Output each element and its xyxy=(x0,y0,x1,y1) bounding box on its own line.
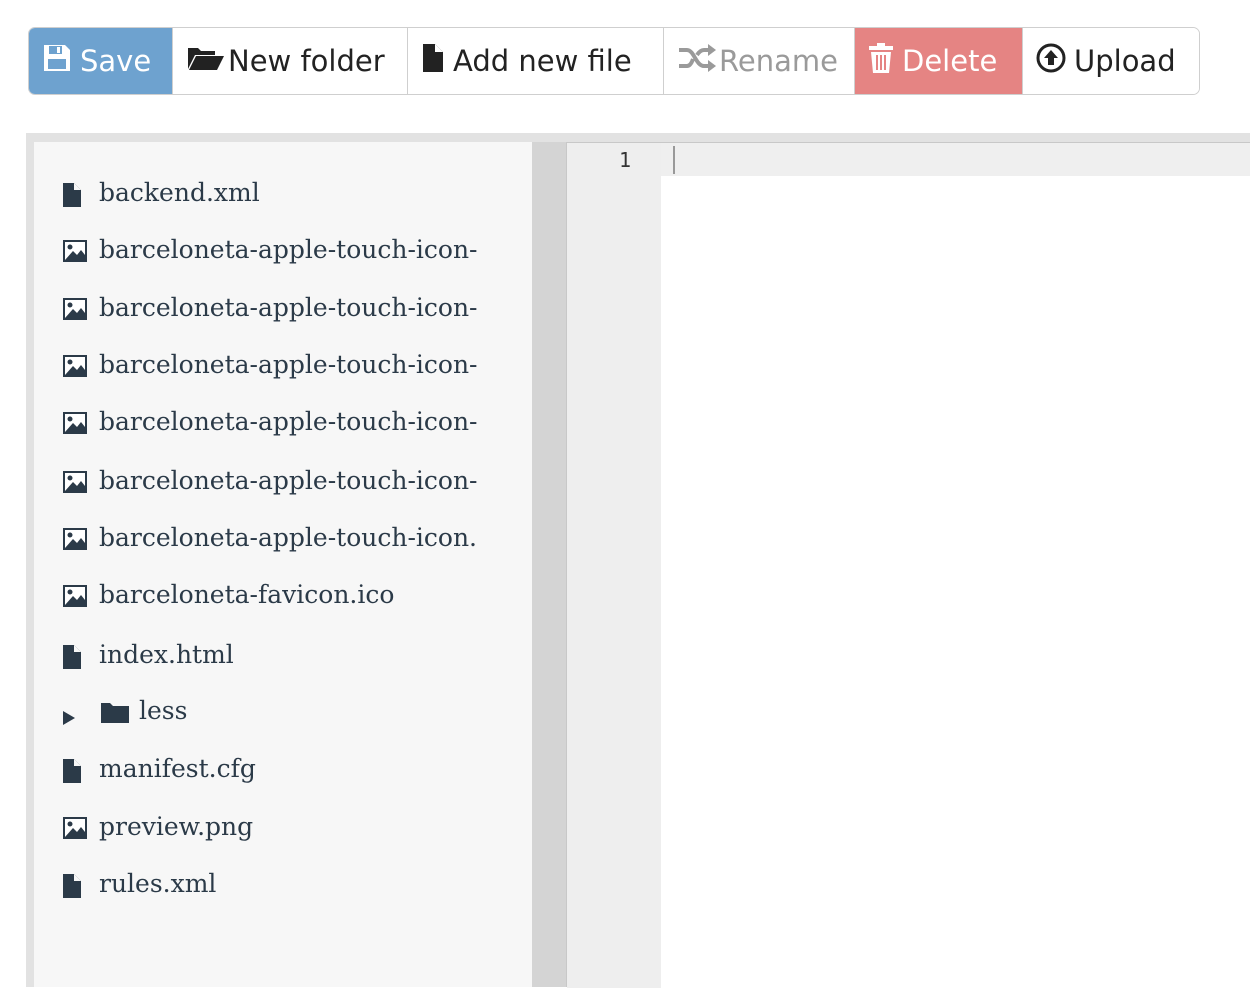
image-icon xyxy=(62,297,88,327)
image-icon xyxy=(62,527,88,557)
tree-item-label: barceloneta-apple-touch-icon- xyxy=(99,293,478,322)
tree-item-favicon[interactable]: barceloneta-favicon.ico xyxy=(34,576,532,616)
new-folder-label: New folder xyxy=(228,44,385,78)
folder-icon xyxy=(100,700,130,730)
tree-item-folder-less[interactable]: less xyxy=(34,692,532,732)
image-icon xyxy=(62,584,88,614)
tree-item-rules-xml[interactable]: rules.xml xyxy=(34,865,532,905)
shuffle-icon xyxy=(677,43,717,79)
delete-label: Delete xyxy=(902,44,998,78)
tree-item-label: barceloneta-apple-touch-icon- xyxy=(99,235,478,264)
file-icon xyxy=(62,644,82,676)
upload-label: Upload xyxy=(1074,44,1176,78)
tree-item-label: less xyxy=(139,696,188,725)
delete-button[interactable]: Delete xyxy=(855,28,1023,94)
tree-item-label: barceloneta-apple-touch-icon- xyxy=(99,350,478,379)
image-icon xyxy=(62,239,88,269)
new-folder-button[interactable]: New folder xyxy=(173,28,408,94)
tree-item-preview-png[interactable]: preview.png xyxy=(34,808,532,848)
trash-icon xyxy=(868,42,894,81)
file-icon xyxy=(62,873,82,905)
floppy-disk-icon xyxy=(42,43,72,80)
folder-open-icon xyxy=(186,43,226,80)
image-icon xyxy=(62,354,88,384)
tree-item-label: barceloneta-apple-touch-icon. xyxy=(99,523,477,552)
panel-splitter[interactable] xyxy=(532,142,566,987)
tree-item-image[interactable]: barceloneta-apple-touch-icon. xyxy=(34,519,532,559)
active-line-highlight xyxy=(661,143,1250,176)
tree-item-backend-xml[interactable]: backend.xml xyxy=(34,174,532,214)
tree-item-label: backend.xml xyxy=(99,178,260,207)
tree-item-index-html[interactable]: index.html xyxy=(34,636,532,676)
tree-item-image[interactable]: barceloneta-apple-touch-icon- xyxy=(34,403,532,443)
upload-circle-icon xyxy=(1036,43,1066,80)
tree-item-label: barceloneta-apple-touch-icon- xyxy=(99,407,478,436)
line-number: 1 xyxy=(618,148,631,172)
rename-button[interactable]: Rename xyxy=(664,28,855,94)
tree-item-label: barceloneta-apple-touch-icon- xyxy=(99,466,478,495)
file-icon xyxy=(62,182,82,214)
image-icon xyxy=(62,411,88,441)
tree-item-image[interactable]: barceloneta-apple-touch-icon- xyxy=(34,462,532,502)
tree-item-image[interactable]: barceloneta-apple-touch-icon- xyxy=(34,346,532,386)
tree-item-label: barceloneta-favicon.ico xyxy=(99,580,395,609)
line-number-gutter: 1 xyxy=(567,143,661,988)
text-cursor xyxy=(673,146,675,174)
tree-item-image[interactable]: barceloneta-apple-touch-icon- xyxy=(34,231,532,271)
tree-item-label: manifest.cfg xyxy=(99,754,256,783)
tree-item-label: index.html xyxy=(99,640,234,669)
file-icon xyxy=(62,758,82,790)
caret-right-icon[interactable] xyxy=(62,703,76,732)
add-new-file-button[interactable]: Add new file xyxy=(408,28,664,94)
code-editor[interactable]: 1 xyxy=(566,142,1250,988)
save-label: Save xyxy=(80,44,152,78)
file-tree: backend.xml barceloneta-apple-touch-icon… xyxy=(34,142,532,987)
image-icon xyxy=(62,470,88,500)
tree-item-manifest-cfg[interactable]: manifest.cfg xyxy=(34,750,532,790)
add-new-file-label: Add new file xyxy=(453,44,632,78)
rename-label: Rename xyxy=(719,44,838,78)
image-icon xyxy=(62,816,88,846)
tree-item-label: preview.png xyxy=(99,812,254,841)
file-icon xyxy=(421,43,445,80)
tree-item-label: rules.xml xyxy=(99,869,217,898)
tree-item-image[interactable]: barceloneta-apple-touch-icon- xyxy=(34,289,532,329)
save-button[interactable]: Save xyxy=(29,28,173,94)
upload-button[interactable]: Upload xyxy=(1023,28,1199,94)
toolbar: Save New folder Add new file Rename Dele… xyxy=(28,27,1200,95)
